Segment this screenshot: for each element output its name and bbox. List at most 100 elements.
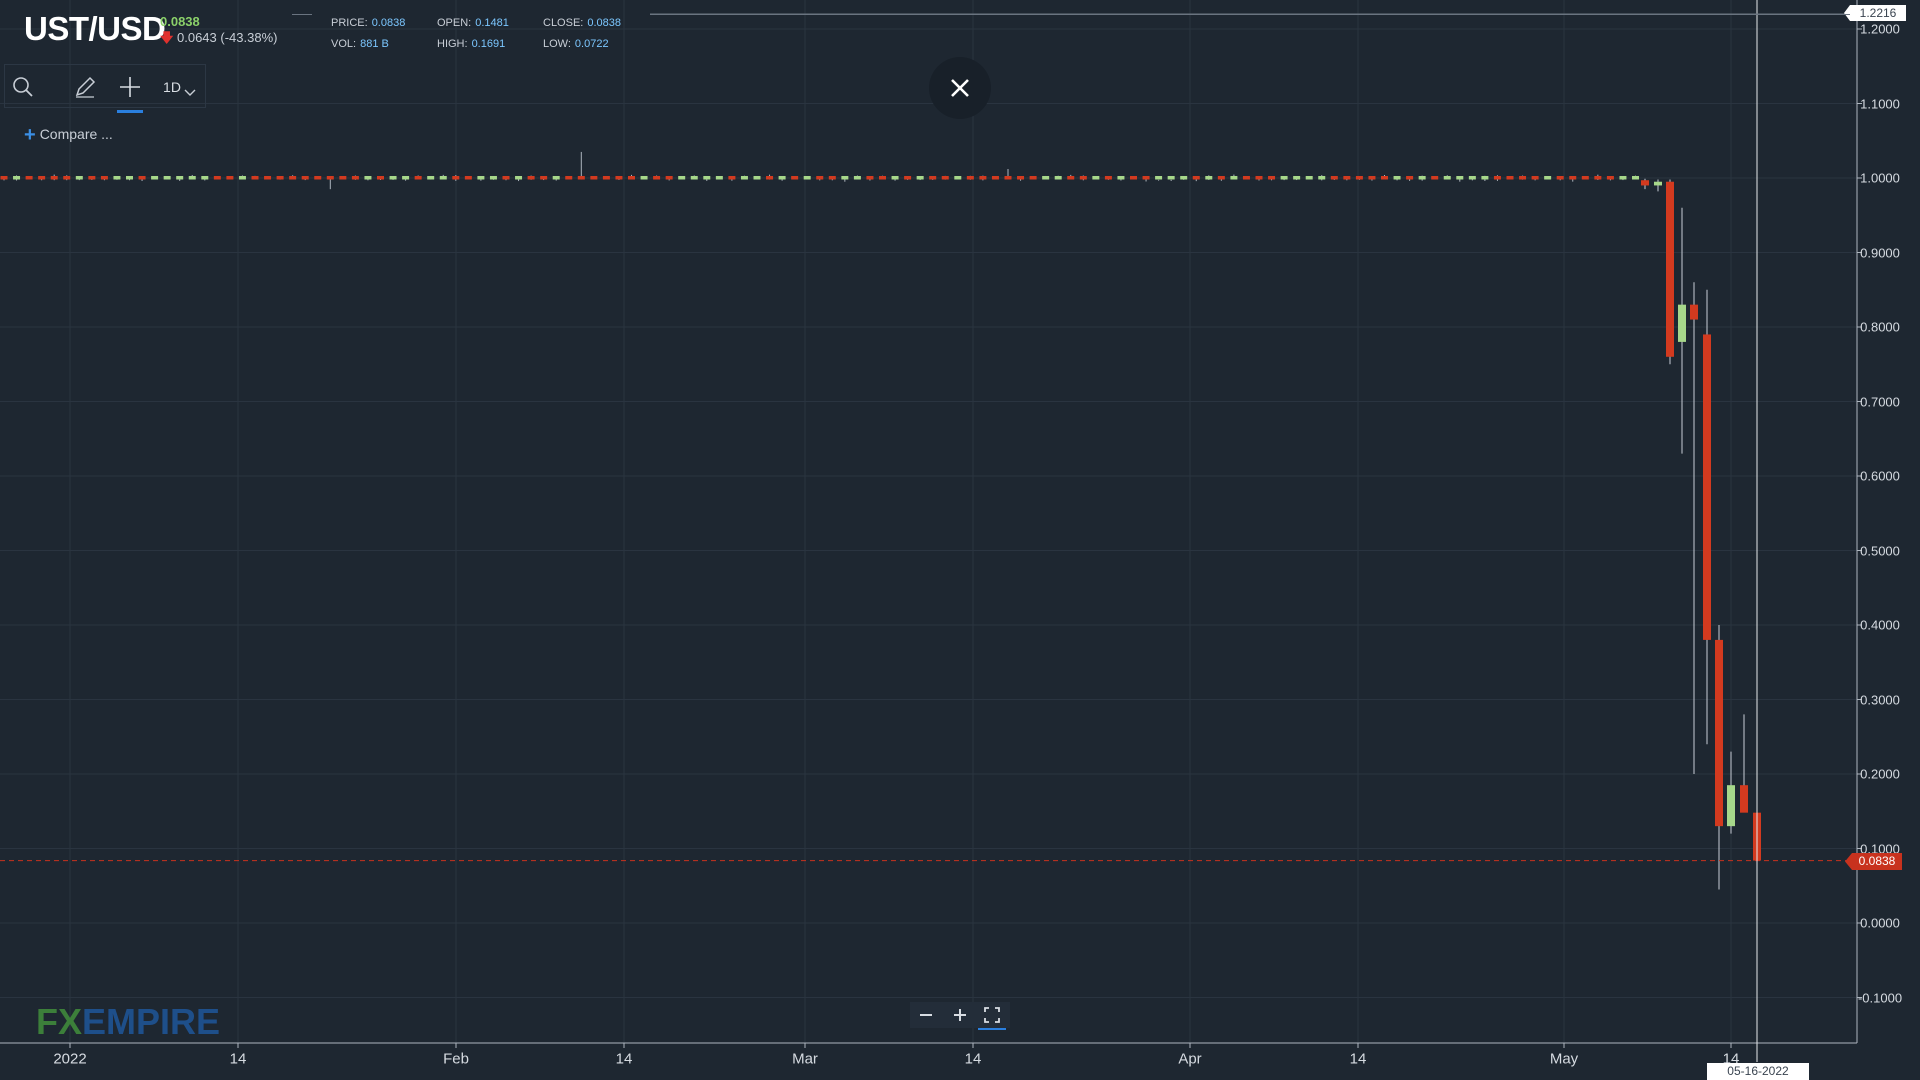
candle-body [1092,176,1100,180]
y-tick-label: -0.1000 [1857,990,1903,1005]
candle-body [941,176,949,180]
candle-body [1594,176,1602,180]
candle-body [1641,180,1649,186]
candle-body [50,176,58,180]
candle-body [1268,176,1276,180]
crosshair-button[interactable] [113,65,147,113]
search-button[interactable] [5,65,41,109]
candle-body [1280,176,1288,180]
candle-body [439,176,447,180]
candle-body [866,176,874,180]
candle-body [1619,176,1627,180]
active-tool-indicator [117,110,143,113]
candle-body [238,176,246,180]
candle-body [326,176,334,180]
draw-button[interactable] [67,65,103,109]
candle-body [1255,176,1263,180]
y-tick-label: 0.5000 [1860,543,1900,558]
candle-body [1368,176,1376,180]
candle-body [954,176,962,180]
candle-body [1343,176,1351,180]
y-tick-label: 0.0000 [1860,915,1900,931]
candle-body [527,176,535,180]
close-button[interactable] [929,57,991,119]
minus-icon [920,1014,932,1016]
candle-body [276,176,284,180]
candle-body [1330,176,1338,180]
candle-body [126,176,133,180]
compare-button[interactable]: + Compare ... [24,124,113,147]
ohlc-high: HIGH: 0.1691 [437,38,506,50]
ohlc-price: PRICE: 0.0838 [331,17,406,29]
y-tick-label: 0.7000 [1860,394,1900,409]
plus-icon: + [24,124,36,146]
candle-body [904,176,912,180]
price-chart[interactable] [0,0,1920,1080]
candle-body [113,176,121,180]
candle-body [1740,785,1748,813]
symbol-title: UST/USD [24,10,166,47]
candle-body [1180,176,1188,180]
candle-body [1104,176,1112,180]
candle-body [402,176,410,180]
search-icon [13,77,33,97]
candle-body [464,176,472,180]
candle-body [1355,176,1363,180]
candle-body [1493,176,1501,180]
candle-body [540,176,548,180]
x-tick-label: May [1549,1050,1579,1068]
candle-body [1666,181,1674,357]
candle-body [1468,176,1476,180]
candle-body [590,176,598,180]
candle-body [665,176,673,180]
candle-body [339,176,347,180]
y-tick-label: 0.2000 [1860,766,1900,782]
pencil-icon [75,76,96,98]
y-tick-label: 0.8000 [1860,319,1900,335]
chevron-down-icon [184,89,196,96]
y-tick-label: 1.1000 [1860,96,1900,111]
candle-body [991,176,999,180]
x-tick-label: 14 [1349,1050,1367,1068]
chart-app: UST/USD 0.0838 🡇 0.0643 (-43.38%) PRICE:… [0,0,1920,1080]
candle-body [1544,176,1552,180]
candle-body [690,176,698,180]
candle-body [1519,176,1527,180]
candle-body [389,176,397,180]
price-change-text: 0.0643 (-43.38%) [177,30,278,45]
candle-body [628,176,635,180]
zoom-out-button[interactable] [910,1002,942,1028]
y-tick-label: 1.2000 [1860,21,1900,37]
candle-body [226,176,234,180]
candle-body [0,176,8,180]
candle-body [979,176,987,180]
candle-body [477,176,485,180]
header-divider [292,14,312,15]
ohlc-open: OPEN: 0.1481 [437,17,509,29]
zoom-in-button[interactable] [944,1002,976,1028]
candle-body [891,176,899,180]
candle-body [615,176,623,180]
grid-lines [0,0,1862,1048]
arrow-down-icon: 🡇 [160,30,174,45]
x-tick-label: 14 [615,1050,633,1068]
candle-body [414,176,422,180]
ohlc-close: CLOSE: 0.0838 [543,17,622,29]
candle-body [1690,304,1698,320]
fullscreen-indicator [978,1028,1006,1030]
candle-body [1556,176,1564,180]
candle-body [13,176,21,180]
candle-body [188,176,196,180]
candle-body [577,176,585,180]
candle-body [740,176,748,180]
candle-body [1230,176,1238,180]
candle-body [1481,176,1489,180]
candle-body [879,176,886,180]
fullscreen-button[interactable] [976,1002,1008,1030]
candle-body [138,176,146,180]
interval-select[interactable]: 1D [157,65,203,109]
candle-body [1217,176,1225,180]
candle-body [88,176,96,180]
candle-body [264,176,272,180]
candle-body [766,176,774,180]
